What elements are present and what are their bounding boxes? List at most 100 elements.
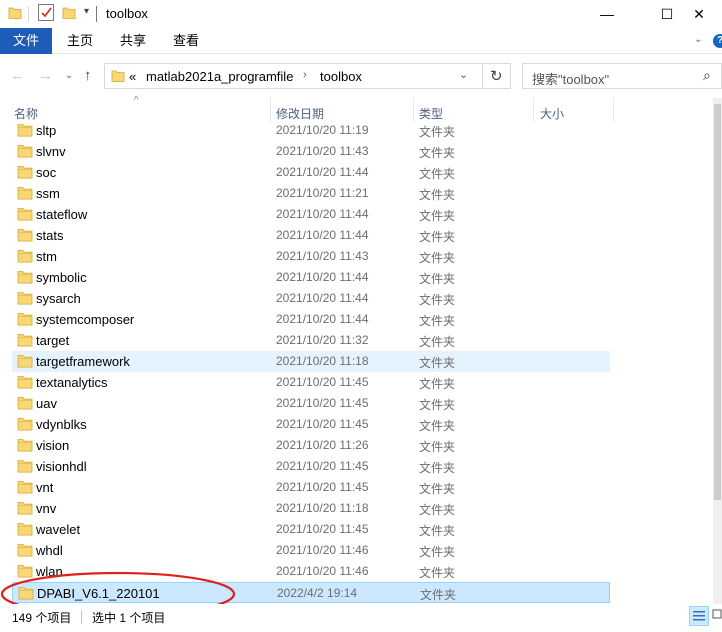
- file-row[interactable]: systemcomposer 2021/10/20 11:44 文件夹: [12, 309, 610, 330]
- title-bar: ▾ toolbox — ☐ ✕: [0, 0, 722, 28]
- file-name: textanalytics: [36, 375, 108, 390]
- address-bar[interactable]: « matlab2021a_programfile › toolbox ⌄ ↻: [104, 63, 511, 89]
- file-type: 文件夹: [420, 588, 457, 602]
- file-type: 文件夹: [419, 356, 456, 370]
- column-date[interactable]: 修改日期: [276, 105, 324, 122]
- column-divider[interactable]: [270, 98, 271, 122]
- file-type: 文件夹: [419, 482, 456, 496]
- file-name: systemcomposer: [36, 312, 135, 327]
- folder-icon[interactable]: [8, 6, 22, 20]
- tab-file[interactable]: 文件: [0, 28, 52, 54]
- expand-ribbon-icon[interactable]: ⌄: [694, 34, 702, 45]
- file-row[interactable]: vnt 2021/10/20 11:45 文件夹: [12, 477, 610, 498]
- customize-toolbar-icon[interactable]: ▾: [84, 6, 89, 17]
- file-name: target: [36, 333, 70, 348]
- selection-count: 选中 1 个项目: [92, 611, 166, 625]
- file-type: 文件夹: [419, 419, 456, 433]
- file-row[interactable]: target 2021/10/20 11:32 文件夹: [12, 330, 610, 351]
- file-type: 文件夹: [419, 440, 456, 454]
- search-input[interactable]: 搜索"toolbox" ⌕: [522, 63, 722, 89]
- minimize-button[interactable]: —: [584, 0, 630, 28]
- file-date: 2021/10/20 11:18: [276, 354, 369, 368]
- file-row[interactable]: targetframework 2021/10/20 11:18 文件夹: [12, 351, 610, 372]
- file-name: symbolic: [36, 270, 87, 285]
- file-list[interactable]: sltp 2021/10/20 11:19 文件夹 slvnv 2021/10/20 1…: [0, 122, 722, 604]
- details-view-icon[interactable]: [689, 606, 709, 626]
- file-date: 2021/10/20 11:44: [276, 291, 369, 305]
- file-name: visionhdl: [36, 459, 87, 474]
- file-row[interactable]: stateflow 2021/10/20 11:44 文件夹: [12, 204, 610, 225]
- close-button[interactable]: ✕: [676, 0, 722, 28]
- file-date: 2021/10/20 11:26: [276, 438, 369, 452]
- column-divider[interactable]: [413, 98, 414, 122]
- file-name: soc: [36, 165, 57, 180]
- file-date: 2021/10/20 11:45: [276, 417, 369, 431]
- folder-icon: [17, 544, 33, 557]
- file-row[interactable]: vision 2021/10/20 11:26 文件夹: [12, 435, 610, 456]
- file-row[interactable]: ssm 2021/10/20 11:21 文件夹: [12, 183, 610, 204]
- file-type: 文件夹: [419, 335, 456, 349]
- breadcrumb-item[interactable]: toolbox: [320, 69, 362, 84]
- large-icons-view-icon[interactable]: [711, 606, 722, 626]
- new-folder-icon[interactable]: [62, 6, 76, 20]
- folder-icon: [17, 418, 33, 431]
- breadcrumb-overflow[interactable]: «: [129, 69, 136, 84]
- back-icon[interactable]: ←: [10, 67, 25, 84]
- file-type: 文件夹: [419, 209, 456, 223]
- file-type: 文件夹: [419, 272, 456, 286]
- file-date: 2021/10/20 11:44: [276, 312, 369, 326]
- tab-share[interactable]: 共享: [109, 28, 157, 54]
- up-icon[interactable]: ↑: [84, 67, 92, 84]
- file-name: wavelet: [36, 522, 81, 537]
- tab-view[interactable]: 查看: [162, 28, 210, 54]
- file-row[interactable]: uav 2021/10/20 11:45 文件夹: [12, 393, 610, 414]
- file-row[interactable]: textanalytics 2021/10/20 11:45 文件夹: [12, 372, 610, 393]
- column-divider[interactable]: [533, 98, 534, 122]
- recent-locations-icon[interactable]: ⌄: [65, 70, 73, 81]
- folder-icon: [17, 250, 33, 263]
- file-row[interactable]: vdynblks 2021/10/20 11:45 文件夹: [12, 414, 610, 435]
- forward-icon[interactable]: →: [38, 67, 53, 84]
- file-type: 文件夹: [419, 230, 456, 244]
- column-size[interactable]: 大小: [540, 105, 564, 122]
- file-row[interactable]: visionhdl 2021/10/20 11:45 文件夹: [12, 456, 610, 477]
- file-row[interactable]: whdl 2021/10/20 11:46 文件夹: [12, 540, 610, 561]
- vertical-scrollbar[interactable]: [713, 98, 722, 604]
- folder-icon: [17, 376, 33, 389]
- tab-home[interactable]: 主页: [56, 28, 104, 54]
- file-row[interactable]: wavelet 2021/10/20 11:45 文件夹: [12, 519, 610, 540]
- properties-icon[interactable]: [38, 4, 54, 21]
- file-date: 2021/10/20 11:44: [276, 270, 369, 284]
- status-bar: 149 个项目 选中 1 个项目: [0, 604, 722, 632]
- search-icon[interactable]: ⌕: [703, 67, 711, 84]
- column-name[interactable]: 名称: [14, 105, 38, 122]
- refresh-icon[interactable]: ↻: [490, 67, 503, 85]
- file-row[interactable]: symbolic 2021/10/20 11:44 文件夹: [12, 267, 610, 288]
- chevron-right-icon[interactable]: ›: [303, 69, 307, 81]
- file-name: uav: [36, 396, 57, 411]
- file-name: vision: [36, 438, 70, 453]
- breadcrumb-item[interactable]: matlab2021a_programfile: [146, 69, 293, 84]
- scrollbar-thumb[interactable]: [714, 104, 721, 500]
- folder-icon: [17, 145, 33, 158]
- file-row[interactable]: sltp 2021/10/20 11:19 文件夹: [12, 122, 610, 141]
- divider: [482, 64, 483, 88]
- chevron-down-icon[interactable]: ⌄: [459, 68, 468, 81]
- file-name: slvnv: [36, 144, 66, 159]
- file-name: targetframework: [36, 354, 130, 369]
- file-row[interactable]: vnv 2021/10/20 11:18 文件夹: [12, 498, 610, 519]
- file-row[interactable]: stm 2021/10/20 11:43 文件夹: [12, 246, 610, 267]
- folder-icon: [17, 334, 33, 347]
- column-type[interactable]: 类型: [419, 105, 443, 122]
- file-date: 2021/10/20 11:32: [276, 333, 369, 347]
- file-row[interactable]: slvnv 2021/10/20 11:43 文件夹: [12, 141, 610, 162]
- file-date: 2021/10/20 11:45: [276, 480, 369, 494]
- column-divider[interactable]: [613, 98, 614, 122]
- file-type: 文件夹: [419, 251, 456, 265]
- file-row[interactable]: sysarch 2021/10/20 11:44 文件夹: [12, 288, 610, 309]
- file-type: 文件夹: [419, 461, 456, 475]
- file-row[interactable]: soc 2021/10/20 11:44 文件夹: [12, 162, 610, 183]
- file-row[interactable]: stats 2021/10/20 11:44 文件夹: [12, 225, 610, 246]
- folder-icon: [17, 208, 33, 221]
- help-icon[interactable]: ?: [713, 34, 722, 48]
